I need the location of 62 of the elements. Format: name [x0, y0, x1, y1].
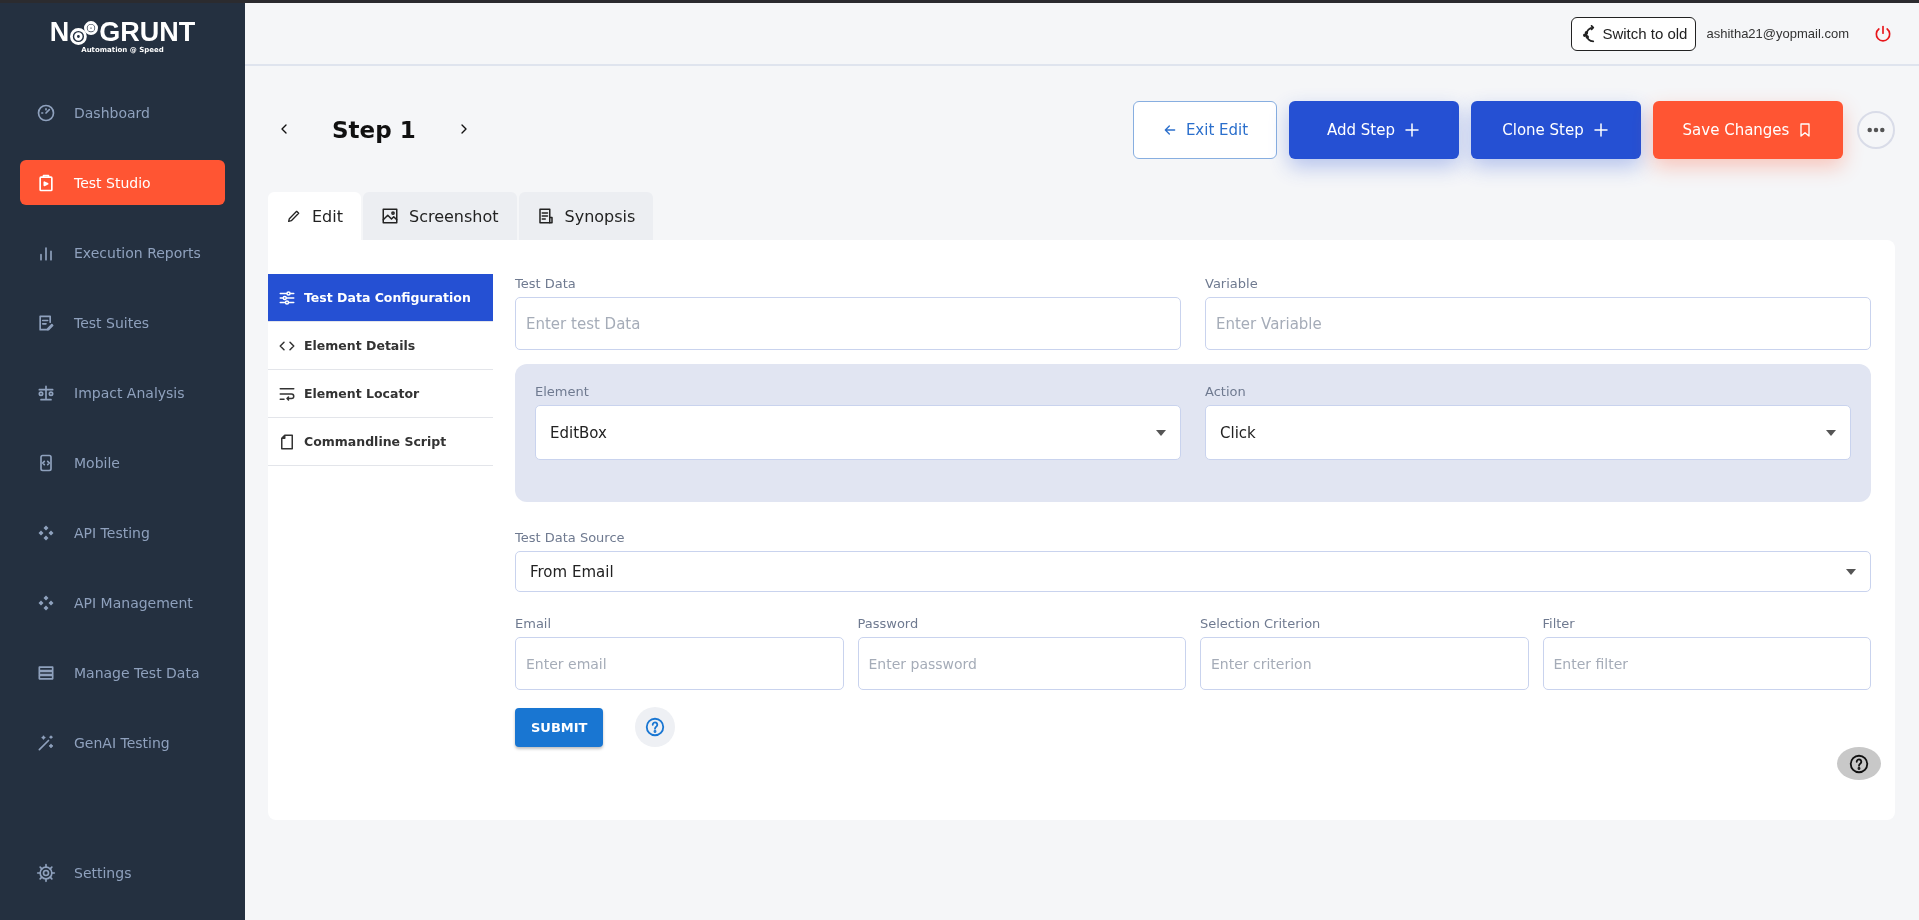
step-title: Step 1	[332, 117, 416, 143]
step-action-button[interactable]: Save Changes	[1653, 101, 1843, 159]
submit-button[interactable]: SUBMIT	[515, 707, 604, 747]
sidebar-item[interactable]: Execution Reports	[20, 230, 225, 275]
caret-icon	[1826, 429, 1836, 436]
help-button[interactable]	[1837, 747, 1881, 780]
input-field[interactable]: Enter filter	[1542, 637, 1871, 691]
sidebar-item[interactable]: Test Studio	[20, 160, 225, 205]
caret-icon	[1156, 429, 1166, 436]
caret-icon	[1846, 568, 1856, 575]
sliders-icon	[278, 288, 296, 307]
step-action-button[interactable]: Clone Step	[1471, 101, 1641, 159]
dropdown[interactable]: EditBox	[535, 405, 1181, 460]
dropdown[interactable]: Click	[1205, 405, 1851, 460]
switch-to-old-button[interactable]: Switch to old	[1571, 16, 1697, 51]
field-label: Variable	[1205, 276, 1259, 291]
tab[interactable]: Edit	[268, 192, 361, 240]
logo-title: GRUNT	[99, 17, 196, 47]
sidebar-item[interactable]: Mobile	[20, 440, 225, 485]
image-icon	[381, 207, 399, 225]
sidebar-item[interactable]: API Management	[20, 580, 225, 625]
user-email: ashitha21@yopmail.com	[1706, 26, 1849, 41]
logo-title: N	[49, 17, 70, 48]
sidebar-item[interactable]: Settings	[20, 850, 225, 895]
field-label: Element	[535, 384, 590, 399]
field-label: Email	[515, 616, 553, 632]
input-field[interactable]: Enter criterion	[1200, 637, 1529, 691]
field-label: Password	[857, 616, 920, 632]
plus-icon	[1403, 121, 1421, 139]
step-action-button[interactable]: Add Step	[1289, 101, 1459, 159]
field-label: Test Data Source	[515, 530, 626, 545]
tab[interactable]: Screenshot	[363, 192, 517, 240]
sidebar-item[interactable]: GenAI Testing	[20, 720, 225, 765]
more-options-button[interactable]	[1857, 111, 1895, 149]
document-icon	[536, 207, 555, 225]
sidebar-item[interactable]: API Testing	[20, 510, 225, 555]
dropdown[interactable]: From Email	[515, 551, 1871, 593]
settings-icon	[36, 862, 56, 883]
input-field[interactable]: Enter Variable	[1205, 297, 1871, 350]
help-icon	[1848, 752, 1870, 775]
side-menu-item[interactable]: Test Data Configuration	[268, 274, 493, 322]
gears-icon	[70, 18, 99, 47]
field-label: Filter	[1542, 616, 1576, 632]
clipboard-icon	[36, 172, 56, 193]
file-icon	[278, 432, 296, 451]
sidebar-item[interactable]: Impact Analysis	[20, 370, 225, 415]
input-field[interactable]: Enter password	[857, 637, 1186, 691]
input-field[interactable]: Enter email	[515, 637, 844, 691]
field-label: Selection Criterion	[1200, 616, 1322, 632]
field-label: Test Data	[515, 276, 577, 291]
field-label: Action	[1205, 384, 1247, 399]
sidebar-item[interactable]: Dashboard	[20, 90, 225, 135]
help-icon	[644, 716, 667, 739]
gauge-icon	[36, 102, 56, 123]
step-action-button[interactable]: Exit Edit	[1133, 101, 1277, 159]
pencil-icon	[286, 208, 302, 224]
power-icon	[1873, 23, 1893, 44]
plus-icon	[1591, 121, 1610, 139]
sidebar-item[interactable]: Test Suites	[20, 300, 225, 345]
input-field[interactable]: Enter test Data	[515, 297, 1181, 350]
sidebar-item[interactable]: Manage Test Data	[20, 650, 225, 695]
tab[interactable]: Synopsis	[518, 192, 654, 240]
